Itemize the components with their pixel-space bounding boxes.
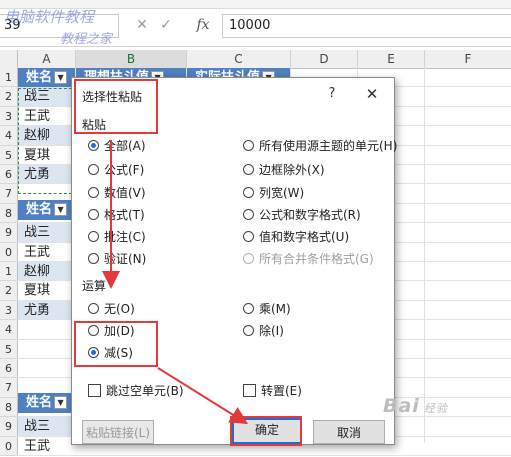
grid-line	[17, 455, 511, 456]
baidu-watermark-text: Bai	[383, 395, 420, 417]
baidu-watermark-small: 经验	[423, 402, 448, 415]
arrow-to-ok	[157, 367, 249, 425]
baidu-watermark: Bai 经验	[383, 395, 448, 417]
annotation-arrows	[102, 140, 249, 425]
